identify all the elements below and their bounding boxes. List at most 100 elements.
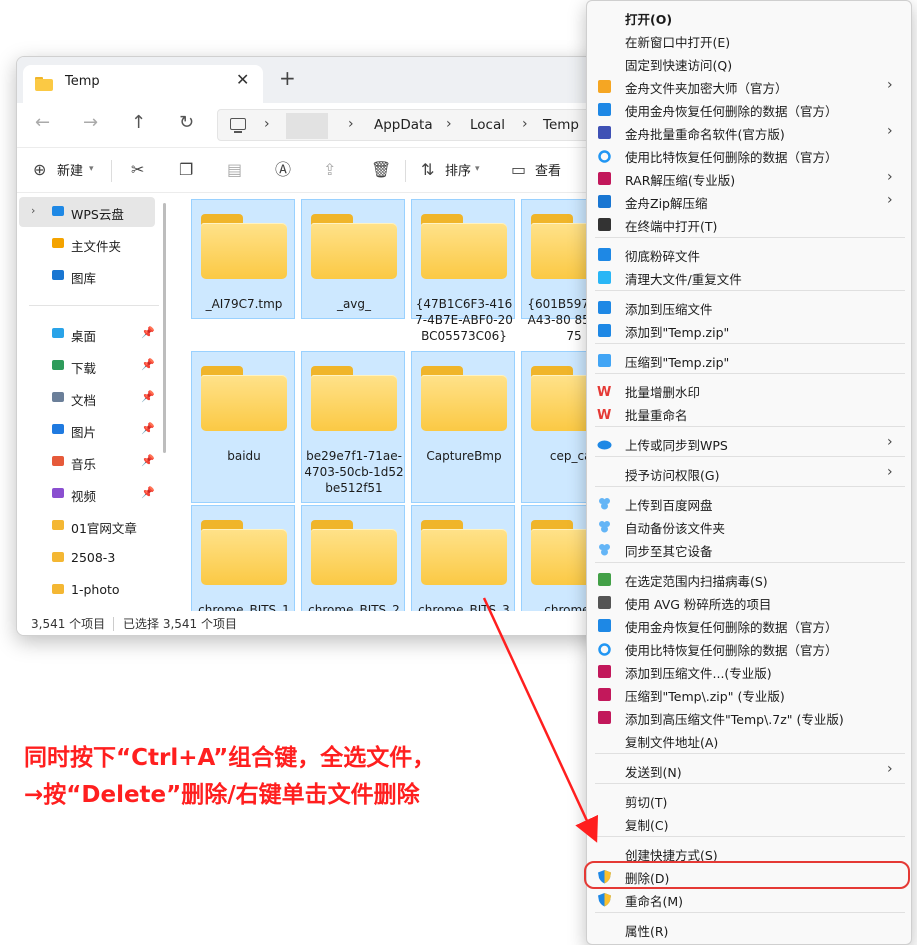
sidebar-item[interactable]: 2508-3: [19, 543, 155, 573]
sidebar-item-label: 01官网文章: [71, 521, 137, 536]
menu-item[interactable]: 上传或同步到WPS ›: [587, 432, 911, 455]
recovery-icon: [597, 102, 612, 117]
menu-item-label: 复制文件地址(A): [625, 735, 719, 750]
up-arrow-icon[interactable]: ↑: [131, 113, 146, 133]
archive-zip-icon: [597, 323, 612, 338]
sidebar-item[interactable]: 下载 📌: [19, 351, 155, 381]
menu-item[interactable]: 在新窗口中打开(E): [587, 29, 911, 52]
menu-item-label: 授予访问权限(G): [625, 468, 720, 483]
sidebar-scrollbar[interactable]: [163, 203, 166, 453]
menu-item[interactable]: 同步至其它设备: [587, 538, 911, 561]
view-icon[interactable]: ▭: [511, 161, 526, 179]
file-tile[interactable]: be29e7f1-71ae-4703-50cb-1d52be512f51: [301, 351, 405, 503]
sidebar-item-label: 下载: [71, 361, 97, 376]
sidebar-item[interactable]: 文档 📌: [19, 383, 155, 413]
sidebar-item[interactable]: 视频 📌: [19, 479, 155, 509]
menu-item[interactable]: 使用比特恢复任何删除的数据（官方）: [587, 637, 911, 660]
file-tile[interactable]: chrome_BITS_3: [411, 505, 515, 611]
file-tile[interactable]: chrome_BITS_1: [191, 505, 295, 611]
menu-item-label: 使用金舟恢复任何删除的数据（官方）: [625, 104, 838, 119]
menu-item[interactable]: 使用金舟恢复任何删除的数据（官方）: [587, 614, 911, 637]
close-icon[interactable]: ✕: [236, 70, 249, 89]
menu-item-label: 批量重命名: [625, 408, 688, 423]
sidebar-item[interactable]: 音乐 📌: [19, 447, 155, 477]
menu-item[interactable]: 在终端中打开(T): [587, 213, 911, 236]
tab-temp[interactable]: Temp ✕: [23, 65, 263, 103]
sidebar-item-label: 图片: [71, 425, 97, 440]
sidebar-item[interactable]: 图库: [19, 261, 155, 291]
sidebar-item[interactable]: › WPS云盘: [19, 197, 155, 227]
plus-circle-icon[interactable]: ⊕: [33, 161, 46, 179]
menu-item[interactable]: 添加到高压缩文件"Temp\.7z" (专业版): [587, 706, 911, 729]
menu-item[interactable]: 上传到百度网盘: [587, 492, 911, 515]
new-tab-button[interactable]: +: [279, 68, 296, 88]
file-tile[interactable]: _avg_: [301, 199, 405, 319]
sidebar-item[interactable]: 1-photo: [19, 575, 155, 605]
menu-item[interactable]: 压缩到"Temp\.zip" (专业版): [587, 683, 911, 706]
menu-item[interactable]: 剪切(T): [587, 789, 911, 812]
menu-item[interactable]: 在选定范围内扫描病毒(S): [587, 568, 911, 591]
menu-item[interactable]: 金舟批量重命名软件(官方版) ›: [587, 121, 911, 144]
menu-item[interactable]: 压缩到"Temp.zip": [587, 349, 911, 372]
file-tile[interactable]: {47B1C6F3-4167-4B7E-ABF0-20BC05573C06}: [411, 199, 515, 343]
address-bar[interactable]: › › AppData › Local › Temp: [217, 109, 635, 141]
forward-arrow-icon[interactable]: →: [83, 113, 98, 133]
menu-item[interactable]: 固定到快速访问(Q): [587, 52, 911, 75]
share-icon[interactable]: ⇪: [323, 161, 336, 179]
view-button[interactable]: 查看: [535, 160, 561, 179]
breadcrumb-temp[interactable]: Temp: [543, 117, 579, 133]
menu-item[interactable]: W 批量重命名: [587, 402, 911, 425]
chevron-right-icon[interactable]: ›: [31, 204, 35, 217]
trash-icon[interactable]: 🗑: [371, 161, 391, 179]
menu-item[interactable]: 金舟文件夹加密大师（官方） ›: [587, 75, 911, 98]
menu-item[interactable]: 发送到(N) ›: [587, 759, 911, 782]
copy-icon[interactable]: ❐: [179, 161, 193, 179]
menu-item-label: 剪切(T): [625, 795, 668, 810]
sidebar-item[interactable]: 01官网文章: [19, 511, 155, 541]
file-name: be29e7f1-71ae-4703-50cb-1d52be512f51: [304, 449, 404, 495]
context-menu: 打开(O) 在新窗口中打开(E) 固定到快速访问(Q) 金舟文件夹加密大师（官方） › 使…: [586, 0, 912, 945]
menu-item[interactable]: RAR解压缩(专业版) ›: [587, 167, 911, 190]
file-tile[interactable]: CaptureBmp: [411, 351, 515, 503]
menu-item[interactable]: 属性(R): [587, 918, 911, 941]
file-tile[interactable]: chrome_BITS_2: [301, 505, 405, 611]
menu-item[interactable]: 添加到"Temp.zip": [587, 319, 911, 342]
rename-icon[interactable]: Ⓐ: [275, 161, 291, 179]
cut-icon[interactable]: ✂: [131, 161, 144, 179]
menu-item[interactable]: 添加到压缩文件...(专业版): [587, 660, 911, 683]
menu-item[interactable]: 金舟Zip解压缩 ›: [587, 190, 911, 213]
paste-icon[interactable]: ▤: [227, 161, 242, 179]
file-name: _avg_: [336, 297, 372, 311]
back-arrow-icon[interactable]: ←: [35, 113, 50, 133]
menu-item[interactable]: 使用比特恢复任何删除的数据（官方）: [587, 144, 911, 167]
sidebar-item[interactable]: 主文件夹: [19, 229, 155, 259]
file-tile[interactable]: _AI79C7.tmp: [191, 199, 295, 319]
breadcrumb-appdata[interactable]: AppData: [374, 117, 433, 133]
bit-recovery-icon: [597, 641, 612, 656]
refresh-icon[interactable]: ↻: [179, 113, 194, 133]
menu-item[interactable]: 彻底粉碎文件: [587, 243, 911, 266]
sidebar-item[interactable]: 图片 📌: [19, 415, 155, 445]
menu-item[interactable]: 授予访问权限(G) ›: [587, 462, 911, 485]
menu-item[interactable]: 打开(O): [587, 6, 911, 29]
menu-item[interactable]: 复制文件地址(A): [587, 729, 911, 752]
menu-item[interactable]: 重命名(M): [587, 888, 911, 911]
sort-icon[interactable]: ⇅: [421, 161, 434, 179]
menu-item[interactable]: 清理大文件/重复文件: [587, 266, 911, 289]
menu-item[interactable]: 添加到压缩文件: [587, 296, 911, 319]
sidebar-item-label: 文档: [71, 393, 97, 408]
baidu-icon: [597, 542, 612, 557]
sidebar-item[interactable]: 桌面 📌: [19, 319, 155, 349]
file-tile[interactable]: baidu: [191, 351, 295, 503]
menu-item[interactable]: W 批量增删水印: [587, 379, 911, 402]
new-button[interactable]: 新建: [57, 160, 83, 179]
chevron-right-icon: ›: [522, 116, 528, 132]
sort-button[interactable]: 排序: [445, 160, 471, 179]
menu-item[interactable]: 复制(C): [587, 812, 911, 835]
breadcrumb-local[interactable]: Local: [470, 117, 505, 133]
menu-item[interactable]: 自动备份该文件夹: [587, 515, 911, 538]
menu-item-label: 压缩到"Temp\.zip" (专业版): [625, 689, 785, 704]
menu-item[interactable]: 使用金舟恢复任何删除的数据（官方）: [587, 98, 911, 121]
menu-item[interactable]: 使用 AVG 粉碎所选的项目: [587, 591, 911, 614]
pin-icon: 📌: [141, 486, 155, 499]
